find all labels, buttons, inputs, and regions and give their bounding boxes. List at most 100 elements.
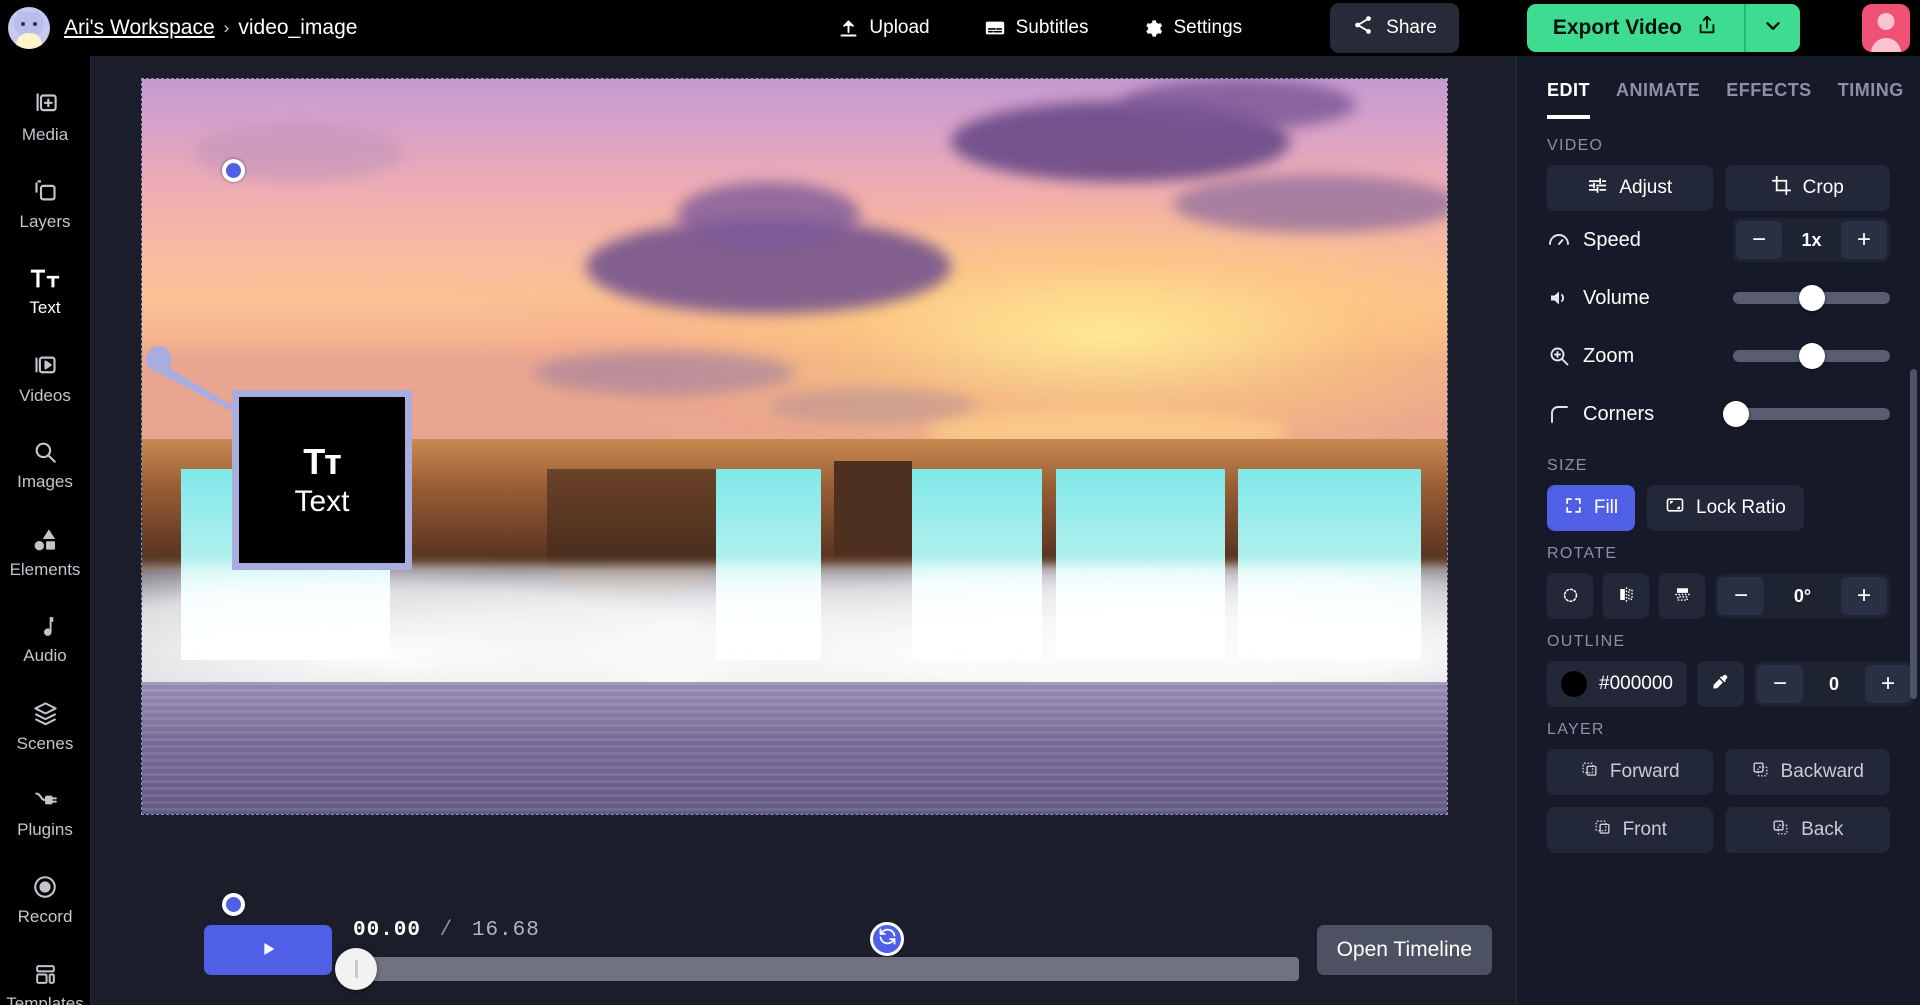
sidebar-item-templates[interactable]: Templates	[0, 944, 90, 1005]
layer-back-button[interactable]: Back	[1724, 807, 1890, 853]
layer-front-label: Front	[1622, 819, 1667, 840]
sidebar-label-plugins: Plugins	[17, 820, 73, 839]
rotate-cw-button[interactable]	[1547, 573, 1593, 619]
zoom-label: Zoom	[1583, 344, 1635, 367]
outline-decrease-button[interactable]: −	[1756, 665, 1803, 703]
sidebar-item-layers[interactable]: Layers	[0, 161, 90, 248]
send-backward-icon	[1751, 760, 1770, 785]
sidebar-item-plugins[interactable]: Plugins	[0, 770, 90, 857]
scrubber-thumb[interactable]	[335, 948, 377, 990]
speed-decrease-button[interactable]: −	[1736, 221, 1782, 259]
sidebar-item-scenes[interactable]: Scenes	[0, 683, 90, 770]
upload-label: Upload	[869, 17, 930, 38]
zoom-control: Zoom	[1547, 327, 1890, 385]
canvas-area[interactable]: Tт Text	[91, 56, 1551, 956]
sidebar-label-templates: Templates	[6, 993, 84, 1005]
corners-slider[interactable]	[1723, 401, 1890, 427]
outline-increase-button[interactable]: +	[1864, 665, 1911, 703]
time-readout: 00.00 / 16.68	[353, 919, 540, 942]
lock-ratio-label: Lock Ratio	[1696, 497, 1786, 518]
sidebar-item-media[interactable]: Media	[0, 74, 90, 161]
bring-to-front-icon	[1593, 818, 1612, 843]
flip-horizontal-button[interactable]	[1603, 573, 1649, 619]
lock-ratio-button[interactable]: Lock Ratio	[1647, 485, 1804, 531]
layer-forward-label: Forward	[1609, 761, 1680, 782]
video-preview-frame[interactable]	[141, 78, 1448, 815]
corners-control: Corners	[1547, 385, 1890, 443]
upload-button[interactable]: Upload	[834, 11, 933, 45]
sidebar-item-images[interactable]: Images	[0, 422, 90, 509]
export-video-label: Export Video	[1552, 16, 1682, 39]
video-action-buttons: Adjust Crop	[1547, 165, 1890, 211]
sidebar-item-audio[interactable]: Audio	[0, 596, 90, 683]
section-title-size: SIZE	[1547, 457, 1588, 474]
layer-forward-button[interactable]: Forward	[1547, 749, 1713, 795]
share-label: Share	[1386, 17, 1437, 38]
sidebar-item-text[interactable]: Text	[0, 248, 90, 335]
panel-scrollbar[interactable]	[1910, 369, 1917, 699]
tab-edit[interactable]: EDIT	[1547, 74, 1591, 119]
outline-width-value: 0	[1828, 673, 1839, 694]
play-icon	[257, 938, 279, 963]
tab-animate[interactable]: ANIMATE	[1616, 74, 1700, 119]
canvas-stage: Tт Text 00.00 / 16.68 Open Timeline	[91, 56, 1551, 1005]
outline-color-field[interactable]: #000000	[1547, 661, 1687, 707]
workspace-logo-icon[interactable]	[8, 7, 50, 49]
rotate-decrease-button[interactable]: −	[1718, 577, 1764, 615]
crop-label: Crop	[1802, 177, 1844, 198]
tab-timing[interactable]: TIMING	[1838, 74, 1904, 119]
adjust-button[interactable]: Adjust	[1547, 165, 1713, 211]
layer-backward-label: Backward	[1780, 761, 1864, 782]
volume-slider[interactable]	[1733, 285, 1890, 311]
corners-label: Corners	[1583, 402, 1655, 425]
open-timeline-button[interactable]: Open Timeline	[1316, 925, 1492, 975]
speed-value: 1x	[1801, 229, 1822, 250]
layout-icon	[33, 962, 58, 987]
speed-increase-button[interactable]: +	[1841, 221, 1887, 259]
outline-color-swatch	[1561, 671, 1587, 697]
zoom-slider[interactable]	[1733, 343, 1890, 369]
fullscreen-icon	[1564, 496, 1583, 521]
sliders-icon	[1587, 175, 1608, 202]
layer-front-button[interactable]: Front	[1547, 807, 1713, 853]
time-separator: /	[439, 919, 454, 942]
breadcrumb-workspace-link[interactable]: Ari's Workspace	[64, 16, 215, 40]
text-icon	[30, 266, 60, 291]
speed-label: Speed	[1583, 228, 1641, 251]
play-button[interactable]	[204, 925, 332, 975]
layer-buttons: Forward Backward Front Back	[1547, 749, 1890, 853]
send-to-back-icon	[1771, 818, 1790, 843]
rotate-increase-button[interactable]: +	[1841, 577, 1887, 615]
scrubber-track[interactable]	[341, 957, 1299, 981]
search-icon	[32, 439, 58, 465]
sidebar-item-videos[interactable]: Videos	[0, 335, 90, 422]
flip-vertical-button[interactable]	[1659, 573, 1705, 619]
resize-handle-top-left[interactable]	[222, 159, 245, 182]
export-group: Export Video	[1526, 4, 1800, 52]
music-note-icon	[33, 614, 58, 639]
export-dropdown-button[interactable]	[1744, 4, 1800, 52]
rotate-value: 0°	[1793, 585, 1812, 606]
video-play-icon	[32, 352, 59, 379]
breadcrumb-separator: ›	[223, 18, 230, 37]
export-video-button[interactable]: Export Video	[1526, 4, 1744, 52]
eyedropper-button[interactable]	[1696, 661, 1744, 707]
total-time: 16.68	[471, 919, 540, 942]
sidebar-label-images: Images	[17, 472, 73, 491]
gear-icon	[1143, 18, 1164, 39]
sidebar-item-record[interactable]: Record	[0, 857, 90, 944]
sidebar-label-record: Record	[17, 907, 73, 926]
speed-control: Speed − 1x +	[1547, 211, 1890, 269]
subtitles-button[interactable]: Subtitles	[980, 11, 1093, 45]
user-avatar[interactable]	[1862, 4, 1910, 52]
rotate-controls: − 0° +	[1547, 573, 1890, 619]
share-button[interactable]: Share	[1330, 3, 1459, 53]
settings-button[interactable]: Settings	[1139, 11, 1247, 45]
size-buttons: Fill Lock Ratio	[1547, 485, 1890, 531]
tab-effects[interactable]: EFFECTS	[1726, 74, 1812, 119]
layer-backward-button[interactable]: Backward	[1724, 749, 1890, 795]
properties-panel: EDIT ANIMATE EFFECTS TIMING VIDEO Adjust…	[1516, 56, 1920, 1005]
crop-button[interactable]: Crop	[1724, 165, 1890, 211]
fill-button[interactable]: Fill	[1547, 485, 1635, 531]
sidebar-item-elements[interactable]: Elements	[0, 509, 90, 596]
